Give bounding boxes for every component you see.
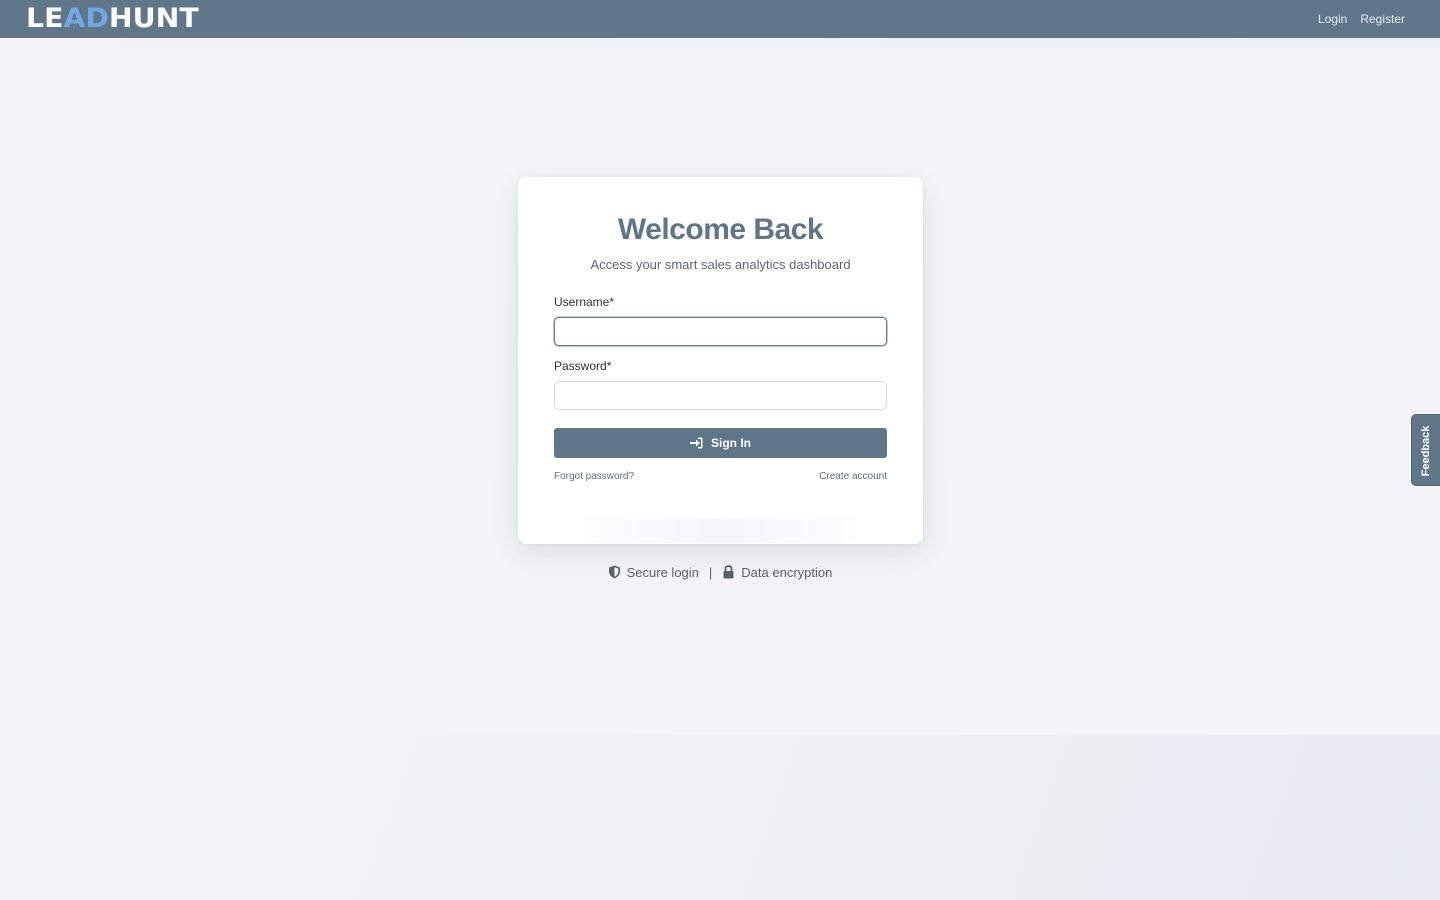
feedback-label: Feedback (1420, 425, 1432, 477)
logo-text-hunt: HUNT (108, 3, 199, 34)
forgot-password-link[interactable]: Forgot password? (554, 471, 634, 482)
secure-login-text: Secure login (626, 564, 699, 580)
secure-login-item: Secure login (608, 565, 699, 580)
page-lower-background (0, 735, 1440, 900)
username-label: Username* (554, 295, 615, 309)
login-title: Welcome Back (617, 213, 824, 246)
card-bottom-fade (554, 519, 887, 543)
feedback-tab[interactable]: Feedback (1411, 414, 1440, 486)
sign-in-button[interactable]: Sign In (554, 428, 887, 458)
login-card: Welcome Back Access your smart sales ana… (518, 177, 923, 544)
leadhunt-logo[interactable]: LEADHUNT (26, 4, 199, 34)
login-subtitle: Access your smart sales analytics dashbo… (590, 257, 851, 272)
logo-text-ad: AD (63, 3, 109, 34)
username-input[interactable] (554, 317, 887, 346)
sign-in-icon (690, 437, 703, 449)
security-separator: | (708, 564, 713, 580)
password-label: Password* (554, 359, 612, 373)
top-navbar: LEADHUNT Login Register (0, 0, 1440, 38)
data-encryption-text: Data encryption (741, 564, 833, 580)
nav-links: Login Register (1318, 0, 1405, 38)
header-shadow-strip (0, 38, 1440, 48)
sign-in-label: Sign In (711, 436, 751, 450)
security-info: Secure login | Data encryption (0, 563, 1440, 581)
nav-register-link[interactable]: Register (1360, 12, 1405, 26)
nav-login-link[interactable]: Login (1318, 12, 1347, 26)
logo-text-le: LE (26, 3, 64, 34)
create-account-link[interactable]: Create account (819, 471, 887, 482)
password-input[interactable] (554, 381, 887, 410)
data-encryption-item: Data encryption (722, 565, 832, 580)
lock-icon (722, 565, 735, 579)
shield-icon (608, 565, 621, 579)
